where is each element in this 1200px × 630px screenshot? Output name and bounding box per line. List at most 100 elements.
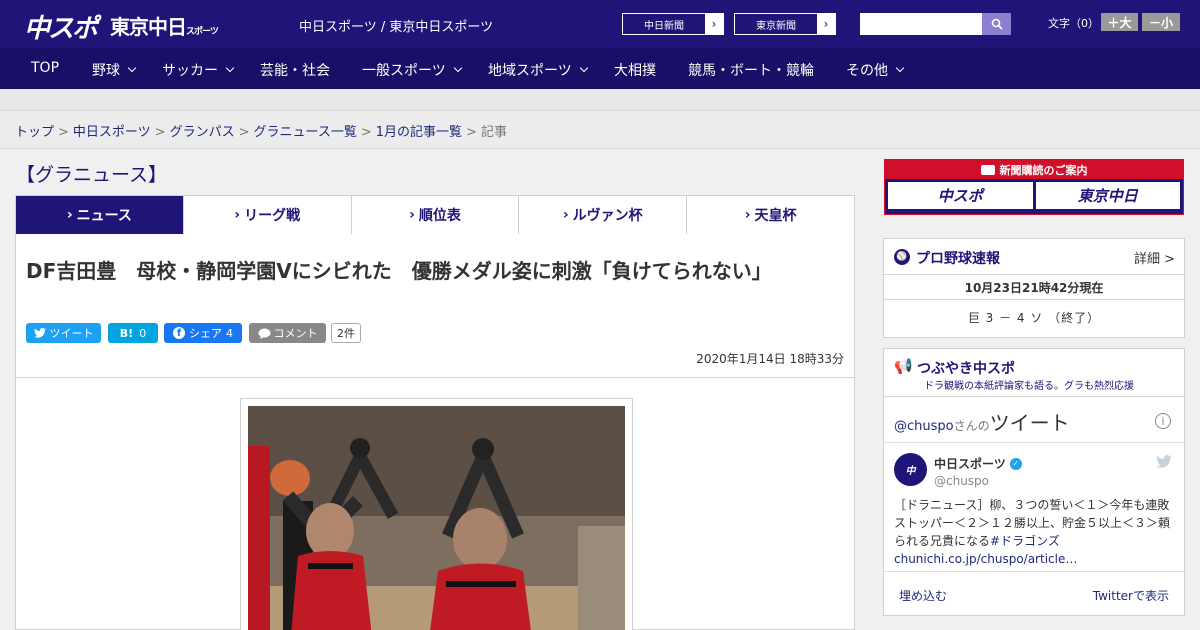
chevron-right-icon: › bbox=[817, 14, 835, 34]
comment-button[interactable]: コメント bbox=[249, 323, 326, 343]
text-size-up-button[interactable]: ＋大 bbox=[1101, 13, 1138, 31]
hatena-icon: B! bbox=[119, 326, 134, 340]
chevron-down-icon bbox=[225, 63, 235, 73]
baseball-scores-card: ⚾ プロ野球速報 詳細 > 10月23日21時42分現在 巨 3 － 4 ソ （… bbox=[883, 238, 1185, 338]
comment-label: コメント bbox=[273, 327, 318, 340]
baseball-divider bbox=[884, 299, 1184, 300]
breadcrumb-item[interactable]: トップ bbox=[15, 125, 54, 140]
tweet-hashtag-link[interactable]: #ドラゴンズ bbox=[990, 534, 1060, 548]
baseball-score-row[interactable]: 巨 3 － 4 ソ （終了） bbox=[884, 309, 1184, 326]
site-header: 中スポ 東京中日スポーツ 中日スポーツ / 東京中日スポーツ 中日新聞 › 東京… bbox=[0, 0, 1200, 48]
nav-label: 野球 bbox=[92, 63, 120, 79]
nav-label: 一般スポーツ bbox=[362, 63, 446, 79]
chunichi-shimbun-button[interactable]: 中日新聞 › bbox=[622, 13, 724, 35]
nav-item-local-sports[interactable]: 地域スポーツ bbox=[488, 60, 588, 80]
nav-item-other[interactable]: その他 bbox=[846, 60, 905, 80]
chevron-right-icon: › bbox=[744, 207, 751, 223]
nav-item-top[interactable]: TOP bbox=[31, 60, 59, 76]
comment-count[interactable]: 2件 bbox=[331, 323, 361, 343]
twitter-handle-link[interactable]: @chuspo bbox=[894, 419, 954, 434]
chevron-right-icon: › bbox=[562, 207, 569, 223]
tweet-label: ツイート bbox=[49, 327, 94, 340]
breadcrumb-item[interactable]: グラニュース一覧 bbox=[254, 125, 357, 140]
tab-levain-cup[interactable]: › ルヴァン杯 bbox=[518, 196, 686, 234]
tab-league[interactable]: › リーグ戦 bbox=[182, 196, 351, 234]
search-input[interactable] bbox=[860, 13, 982, 35]
tweet-avatar[interactable]: 中 bbox=[894, 453, 927, 486]
baseball-card-title: プロ野球速報 bbox=[916, 251, 1000, 267]
text-size-down-button[interactable]: －小 bbox=[1142, 13, 1180, 31]
facebook-share-button[interactable]: f シェア 4 bbox=[164, 323, 242, 343]
nav-item-soccer[interactable]: サッカー bbox=[162, 60, 235, 80]
facebook-share-label: シェア bbox=[189, 327, 222, 340]
nav-item-entertainment[interactable]: 芸能・社会 bbox=[260, 60, 330, 80]
subscription-logos: 中スポ 東京中日 bbox=[885, 179, 1183, 212]
view-on-twitter-link[interactable]: Twitterで表示 bbox=[1093, 587, 1169, 604]
subscription-chuspo-logo[interactable]: 中スポ bbox=[888, 182, 1033, 209]
article-photo-frame bbox=[240, 398, 633, 630]
tab-label: ニュース bbox=[76, 208, 132, 224]
tab-standings[interactable]: › 順位表 bbox=[350, 196, 519, 234]
article-headline: DF吉田豊 母校・静岡学園Vにシビれた 優勝メダル姿に刺激「負けてられない」 bbox=[26, 259, 772, 283]
main-nav: TOP 野球 サッカー 芸能・社会 一般スポーツ 地域スポーツ 大相撲 競馬・ボ… bbox=[0, 48, 1200, 89]
hatena-count: 0 bbox=[139, 326, 147, 340]
nav-label: 大相撲 bbox=[614, 63, 656, 79]
breadcrumb-divider bbox=[0, 148, 1200, 149]
newspaper-icon bbox=[980, 164, 995, 175]
tab-label: ルヴァン杯 bbox=[572, 208, 643, 224]
nav-item-sumo[interactable]: 大相撲 bbox=[614, 60, 656, 80]
nav-label: サッカー bbox=[162, 63, 218, 79]
nav-label: TOP bbox=[31, 60, 60, 76]
facebook-icon: f bbox=[173, 327, 185, 339]
chunichi-shimbun-label: 中日新聞 bbox=[644, 20, 684, 32]
hatena-bookmark-button[interactable]: B! 0 bbox=[108, 323, 158, 343]
breadcrumb-sep: > bbox=[360, 125, 372, 140]
site-names: 中日スポーツ / 東京中日スポーツ bbox=[299, 20, 494, 35]
text-size-label: 文字（0） bbox=[1048, 17, 1099, 30]
tab-label: リーグ戦 bbox=[244, 208, 301, 224]
nav-item-racing[interactable]: 競馬・ボート・競輪 bbox=[688, 60, 814, 80]
chevron-down-icon bbox=[895, 63, 905, 73]
breadcrumb-item[interactable]: 中日スポーツ bbox=[73, 125, 151, 140]
tweet-url-link[interactable]: chunichi.co.jp/chuspo/article… bbox=[894, 552, 1077, 566]
search-button[interactable] bbox=[982, 13, 1011, 35]
breadcrumb-item[interactable]: 1月の記事一覧 bbox=[376, 125, 462, 140]
breadcrumb-sep: > bbox=[466, 125, 477, 140]
article-photo[interactable] bbox=[248, 406, 625, 630]
tokyo-shimbun-button[interactable]: 東京新聞 › bbox=[734, 13, 836, 35]
tab-news[interactable]: › ニュース bbox=[16, 196, 183, 242]
tab-emperors-cup[interactable]: › 天皇杯 bbox=[686, 196, 854, 234]
tab-label: 天皇杯 bbox=[754, 208, 797, 224]
chevron-right-icon: › bbox=[66, 207, 73, 223]
baseball-card-header: ⚾ プロ野球速報 詳細 > bbox=[884, 239, 1184, 275]
nav-label: その他 bbox=[846, 63, 888, 79]
chuspo-logo[interactable]: 中スポ bbox=[24, 8, 98, 45]
breadcrumb: トップ > 中日スポーツ > グランパス > グラニュース一覧 >1月の記事一覧 > 記事 bbox=[15, 121, 507, 140]
baseball-timestamp: 10月23日21時42分現在 bbox=[964, 281, 1104, 295]
breadcrumb-sep: > bbox=[58, 125, 69, 140]
megaphone-icon: 📢 bbox=[894, 357, 913, 375]
subscription-tokyo-logo[interactable]: 東京中日 bbox=[1035, 182, 1180, 209]
breadcrumb-item[interactable]: グランパス bbox=[170, 125, 235, 140]
article: DF吉田豊 母校・静岡学園Vにシビれた 優勝メダル姿に刺激「負けてられない」 ツ… bbox=[15, 234, 855, 630]
article-divider bbox=[16, 377, 854, 378]
breadcrumb-sep: > bbox=[154, 125, 166, 140]
tweet-account-handle[interactable]: @chuspo bbox=[934, 474, 989, 488]
nav-item-general-sports[interactable]: 一般スポーツ bbox=[362, 60, 462, 80]
tweet-text: ［ドラニュース］柳、３つの誓い＜１＞今年も連敗ストッパー＜２＞１２勝以上、貯金５… bbox=[894, 496, 1176, 568]
nav-label: 地域スポーツ bbox=[488, 63, 572, 79]
facebook-share-count: 4 bbox=[226, 326, 233, 340]
baseball-detail-link[interactable]: 詳細 > bbox=[1134, 248, 1175, 267]
chevron-right-icon: › bbox=[409, 207, 415, 223]
nav-item-baseball[interactable]: 野球 bbox=[92, 60, 137, 80]
search-icon bbox=[991, 18, 1003, 30]
info-icon[interactable]: i bbox=[1155, 413, 1171, 429]
tweet-account-name[interactable]: 中日スポーツ ✓ bbox=[934, 455, 1022, 472]
twitter-bird-icon bbox=[33, 328, 46, 338]
subscription-banner[interactable]: 新聞購読のご案内 中スポ 東京中日 bbox=[884, 159, 1184, 215]
embed-link[interactable]: 埋め込む bbox=[899, 587, 947, 604]
tokyo-chunichi-logo[interactable]: 東京中日スポーツ bbox=[110, 11, 219, 40]
category-tabs: › ニュース › リーグ戦 › 順位表 › ルヴァン杯 › 天皇杯 bbox=[15, 195, 855, 242]
tweet-button[interactable]: ツイート bbox=[26, 323, 101, 343]
twitter-footer-divider bbox=[884, 571, 1184, 572]
